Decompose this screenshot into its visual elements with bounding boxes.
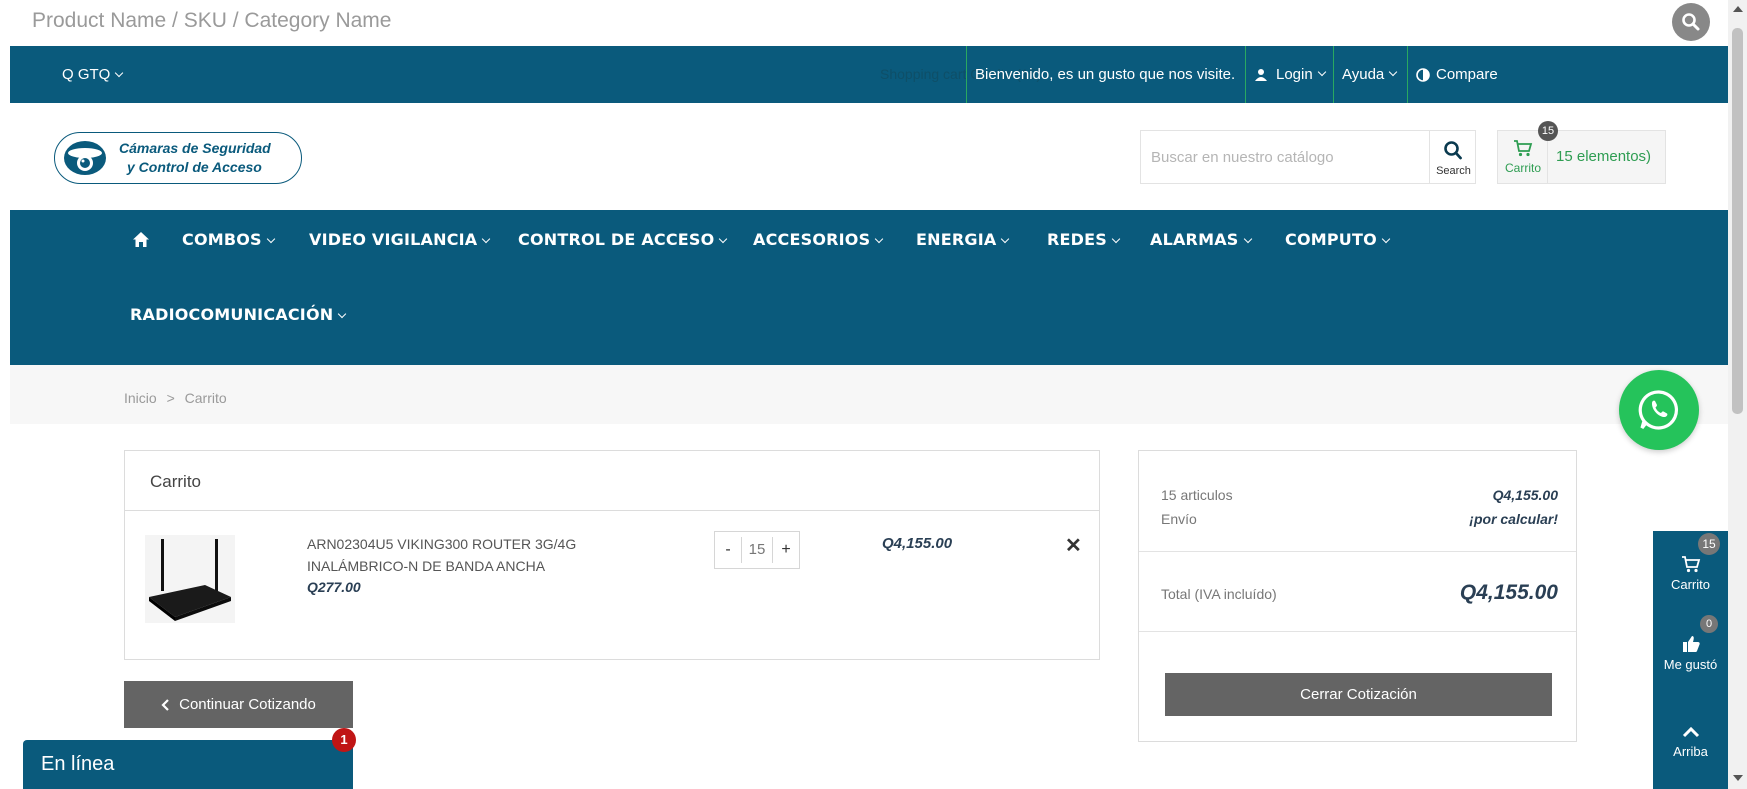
page-scrollbar[interactable] xyxy=(1728,0,1747,789)
chat-notification-badge: 1 xyxy=(332,728,356,752)
chevron-down-icon xyxy=(1001,234,1010,244)
nav-item-redes[interactable]: REDES xyxy=(1047,230,1121,249)
chevron-down-icon xyxy=(875,234,884,244)
top-search-input[interactable]: Product Name / SKU / Category Name xyxy=(32,9,391,33)
product-name-link[interactable]: ARN02304U5 VIKING300 ROUTER 3G/4G INALÁM… xyxy=(307,533,667,577)
site-logo[interactable]: Cámaras de Seguridad y Control de Acceso xyxy=(54,132,302,184)
online-chat-widget[interactable]: En línea 1 xyxy=(23,728,356,789)
nav-item-combos[interactable]: COMBOS xyxy=(182,230,276,249)
chevron-down-icon xyxy=(1243,234,1252,244)
breadcrumb: Inicio > Carrito xyxy=(10,365,1728,424)
chevron-down-icon xyxy=(482,234,491,244)
sidebar-likes[interactable]: Me gustó xyxy=(1653,635,1728,672)
help-menu[interactable]: Ayuda xyxy=(1333,46,1407,103)
header-cart[interactable]: Carrito 15 15 elementos) xyxy=(1497,121,1666,184)
chevron-left-icon xyxy=(161,698,169,711)
scroll-thumb[interactable] xyxy=(1732,28,1743,414)
catalog-search-button[interactable]: Search xyxy=(1429,131,1476,183)
scroll-up-arrow-icon[interactable] xyxy=(1733,6,1743,12)
total-label: Total (IVA incluído) xyxy=(1161,586,1277,602)
thumbs-up-icon xyxy=(1682,636,1700,652)
login-menu[interactable]: Login xyxy=(1245,46,1333,103)
continue-shopping-button[interactable]: Continuar Cotizando xyxy=(124,681,353,728)
cart-summary: 15 articulos Q4,155.00 Envío ¡por calcul… xyxy=(1138,450,1577,742)
chevron-up-icon xyxy=(1682,726,1699,738)
top-bar: Q GTQ Shopping cart Carrito (15) Bienven… xyxy=(10,46,1728,103)
remove-item-icon[interactable]: ✕ xyxy=(1065,533,1082,558)
nav-item-control-de-acceso[interactable]: CONTROL DE ACCESO xyxy=(518,230,728,249)
catalog-search-input[interactable]: Buscar en nuestro catálogo xyxy=(1151,149,1334,166)
chevron-down-icon xyxy=(1317,67,1326,76)
home-icon[interactable] xyxy=(132,231,150,248)
search-icon xyxy=(1682,13,1700,31)
shipping-label: Envío xyxy=(1161,511,1197,527)
sidebar-like-count: 0 xyxy=(1700,615,1718,633)
breadcrumb-current: Carrito xyxy=(184,390,227,406)
quantity-stepper: - 15 + xyxy=(714,531,800,569)
cart-icon xyxy=(1514,140,1533,157)
nav-item-radiocomunicacion[interactable]: RADIOCOMUNICACIÓN xyxy=(130,305,347,324)
sidebar-cart-count: 15 xyxy=(1698,533,1720,555)
articles-value: Q4,155.00 xyxy=(1492,487,1558,503)
nav-item-video-vigilancia[interactable]: VIDEO VIGILANCIA xyxy=(309,230,491,249)
search-icon xyxy=(1444,141,1462,160)
product-unit-price: Q277.00 xyxy=(307,579,361,595)
top-search-bar: Product Name / SKU / Category Name xyxy=(0,0,1728,46)
top-search-button[interactable] xyxy=(1672,3,1710,41)
user-icon xyxy=(1255,68,1267,81)
contrast-icon xyxy=(1416,67,1430,82)
logo-text-line2: y Control de Acceso xyxy=(127,159,262,175)
chevron-down-icon xyxy=(1111,234,1121,244)
main-nav: COMBOS VIDEO VIGILANCIA CONTROL DE ACCES… xyxy=(10,210,1728,365)
quantity-minus-button[interactable]: - xyxy=(715,541,741,559)
quantity-input[interactable]: 15 xyxy=(741,537,773,563)
router-icon xyxy=(149,539,231,621)
product-image[interactable] xyxy=(145,535,235,623)
scroll-down-arrow-icon[interactable] xyxy=(1733,775,1743,781)
camera-eye-icon xyxy=(64,141,106,175)
cart-title: Carrito xyxy=(150,472,202,491)
sidebar-back-to-top[interactable]: Arriba xyxy=(1653,726,1728,759)
divider xyxy=(1139,551,1576,552)
currency-selector[interactable]: Q GTQ xyxy=(62,66,124,83)
chevron-down-icon xyxy=(1381,234,1391,244)
articles-label: 15 articulos xyxy=(1161,487,1233,503)
product-line-total: Q4,155.00 xyxy=(882,535,953,552)
catalog-search: Buscar en nuestro catálogo Search xyxy=(1140,130,1476,184)
nav-item-energia[interactable]: ENERGIA xyxy=(916,230,1010,249)
quantity-plus-button[interactable]: + xyxy=(773,541,799,559)
chat-status-label: En línea xyxy=(41,753,115,775)
shipping-value: ¡por calcular! xyxy=(1469,511,1558,527)
sidebar-cart[interactable]: Carrito xyxy=(1653,555,1728,592)
whatsapp-icon xyxy=(1638,390,1679,430)
cart-count-badge: 15 xyxy=(1538,121,1558,141)
nav-item-accesorios[interactable]: ACCESORIOS xyxy=(753,230,884,249)
chevron-down-icon xyxy=(338,309,347,319)
chevron-down-icon xyxy=(266,234,276,244)
welcome-message: Bienvenido, es un gusto que nos visite. xyxy=(966,46,1245,103)
chevron-down-icon xyxy=(719,234,728,244)
breadcrumb-home-link[interactable]: Inicio xyxy=(124,390,157,406)
floating-side-bar: Carrito 15 Me gustó 0 Arriba xyxy=(1653,531,1728,789)
cart-icon xyxy=(1681,556,1700,573)
logo-text-line1: Cámaras de Seguridad xyxy=(119,140,271,156)
nav-item-computo[interactable]: COMPUTO xyxy=(1285,230,1391,249)
nav-item-alarmas[interactable]: ALARMAS xyxy=(1150,230,1252,249)
whatsapp-button[interactable] xyxy=(1619,370,1699,450)
total-value: Q4,155.00 xyxy=(1459,581,1558,604)
checkout-button[interactable]: Cerrar Cotización xyxy=(1165,673,1552,716)
cart-panel: Carrito ARN02304U5 VIKING300 ROUTER 3G/4… xyxy=(124,450,1100,660)
divider xyxy=(1139,631,1576,632)
chevron-down-icon xyxy=(115,68,124,78)
compare-link[interactable]: Compare xyxy=(1407,46,1517,103)
cart-items-text: 15 elementos) xyxy=(1556,148,1652,165)
chevron-down-icon xyxy=(1389,67,1398,76)
